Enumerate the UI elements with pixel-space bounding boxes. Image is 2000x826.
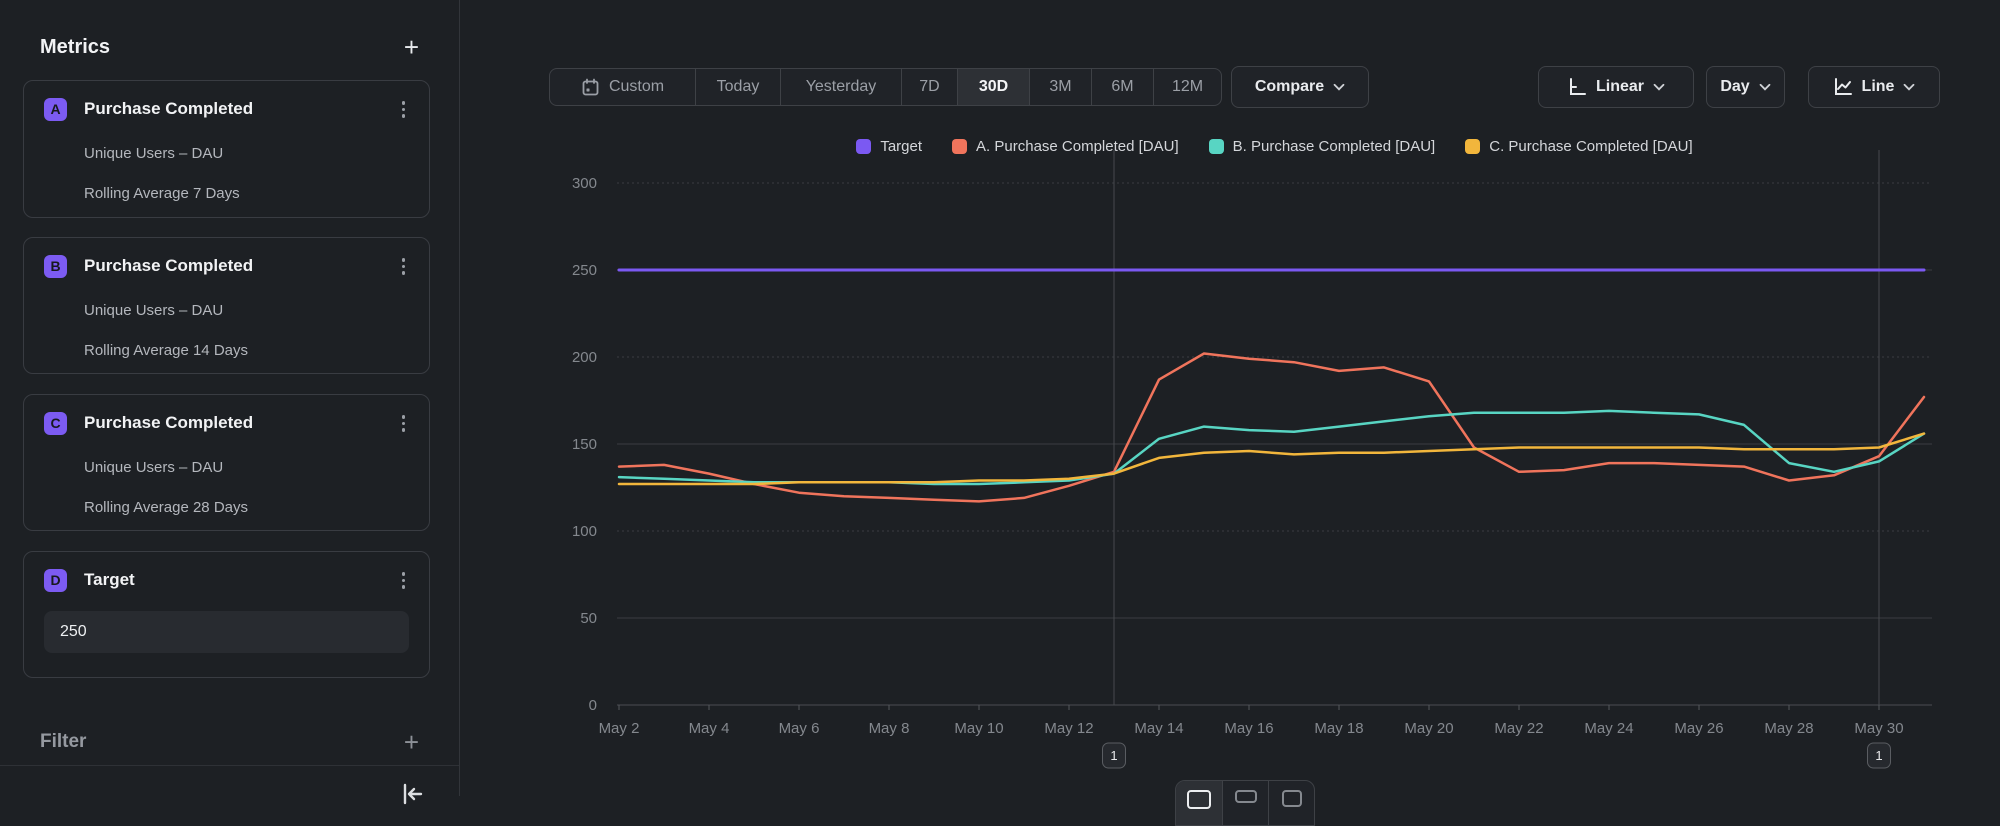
metric-title: Purchase Completed xyxy=(84,99,398,119)
metric-transform: Rolling Average 7 Days xyxy=(84,185,409,202)
svg-text:May 30: May 30 xyxy=(1854,720,1903,737)
metric-measure: Unique Users – DAU xyxy=(84,145,409,162)
target-title: Target xyxy=(84,570,398,590)
line-chart: 0 50 100 150 200 250 300 May 2 May 4 May 6 May 8 Ma… xyxy=(461,0,2000,796)
svg-text:1: 1 xyxy=(1875,748,1882,763)
chart-size-medium-button[interactable] xyxy=(1222,781,1268,825)
svg-text:May 8: May 8 xyxy=(869,720,910,737)
metric-title: Purchase Completed xyxy=(84,413,398,433)
svg-text:May 16: May 16 xyxy=(1224,720,1273,737)
annotation-badge[interactable]: 1 xyxy=(1103,743,1126,768)
metrics-sidebar: Metrics + A Purchase Completed Unique Us… xyxy=(0,0,460,796)
filter-section-title: Filter xyxy=(40,731,86,753)
metric-card-b[interactable]: B Purchase Completed Unique Users – DAU … xyxy=(23,237,430,374)
more-options-icon[interactable] xyxy=(398,254,410,279)
svg-text:1: 1 xyxy=(1110,748,1117,763)
svg-text:May 22: May 22 xyxy=(1494,720,1543,737)
more-options-icon[interactable] xyxy=(398,411,410,436)
metric-card-a[interactable]: A Purchase Completed Unique Users – DAU … xyxy=(23,80,430,218)
metric-badge-b: B xyxy=(44,255,67,278)
metric-badge-c: C xyxy=(44,412,67,435)
add-metric-button[interactable]: + xyxy=(404,37,419,57)
svg-text:May 6: May 6 xyxy=(779,720,820,737)
target-card[interactable]: D Target xyxy=(23,551,430,678)
target-value-input[interactable] xyxy=(44,611,409,653)
svg-text:May 2: May 2 xyxy=(599,720,640,737)
svg-text:May 14: May 14 xyxy=(1134,720,1183,737)
metric-badge-a: A xyxy=(44,98,67,121)
chart-panel: CustomTodayYesterday7D30D3M6M12M Compare… xyxy=(461,0,2000,796)
svg-text:May 20: May 20 xyxy=(1404,720,1453,737)
more-options-icon[interactable] xyxy=(398,568,410,593)
metric-measure: Unique Users – DAU xyxy=(84,302,409,319)
metric-transform: Rolling Average 28 Days xyxy=(84,499,409,516)
metric-transform: Rolling Average 14 Days xyxy=(84,342,409,359)
svg-text:300: 300 xyxy=(572,175,597,192)
more-options-icon[interactable] xyxy=(398,97,410,122)
annotation-badge[interactable]: 1 xyxy=(1868,743,1891,768)
svg-text:0: 0 xyxy=(589,697,597,714)
svg-text:May 12: May 12 xyxy=(1044,720,1093,737)
chart-size-small-icon xyxy=(1282,790,1302,807)
svg-text:100: 100 xyxy=(572,523,597,540)
sidebar-title: Metrics xyxy=(40,36,110,59)
svg-text:May 4: May 4 xyxy=(689,720,730,737)
svg-text:May 24: May 24 xyxy=(1584,720,1633,737)
svg-text:May 10: May 10 xyxy=(954,720,1003,737)
svg-text:150: 150 xyxy=(572,436,597,453)
svg-text:May 18: May 18 xyxy=(1314,720,1363,737)
svg-text:50: 50 xyxy=(580,610,597,627)
svg-text:May 26: May 26 xyxy=(1674,720,1723,737)
divider xyxy=(0,765,459,766)
svg-text:250: 250 xyxy=(572,262,597,279)
metric-card-c[interactable]: C Purchase Completed Unique Users – DAU … xyxy=(23,394,430,531)
chart-size-large-icon xyxy=(1187,790,1211,809)
svg-text:200: 200 xyxy=(572,349,597,366)
add-filter-button[interactable]: + xyxy=(404,732,419,752)
metric-measure: Unique Users – DAU xyxy=(84,459,409,476)
chart-size-medium-icon xyxy=(1235,790,1257,803)
metric-badge-d: D xyxy=(44,569,67,592)
chart-size-small-button[interactable] xyxy=(1268,781,1314,825)
collapse-sidebar-icon[interactable] xyxy=(400,781,426,812)
chart-size-control xyxy=(1175,780,1315,826)
svg-text:May 28: May 28 xyxy=(1764,720,1813,737)
chart-size-large-button[interactable] xyxy=(1176,781,1222,825)
metric-title: Purchase Completed xyxy=(84,256,398,276)
